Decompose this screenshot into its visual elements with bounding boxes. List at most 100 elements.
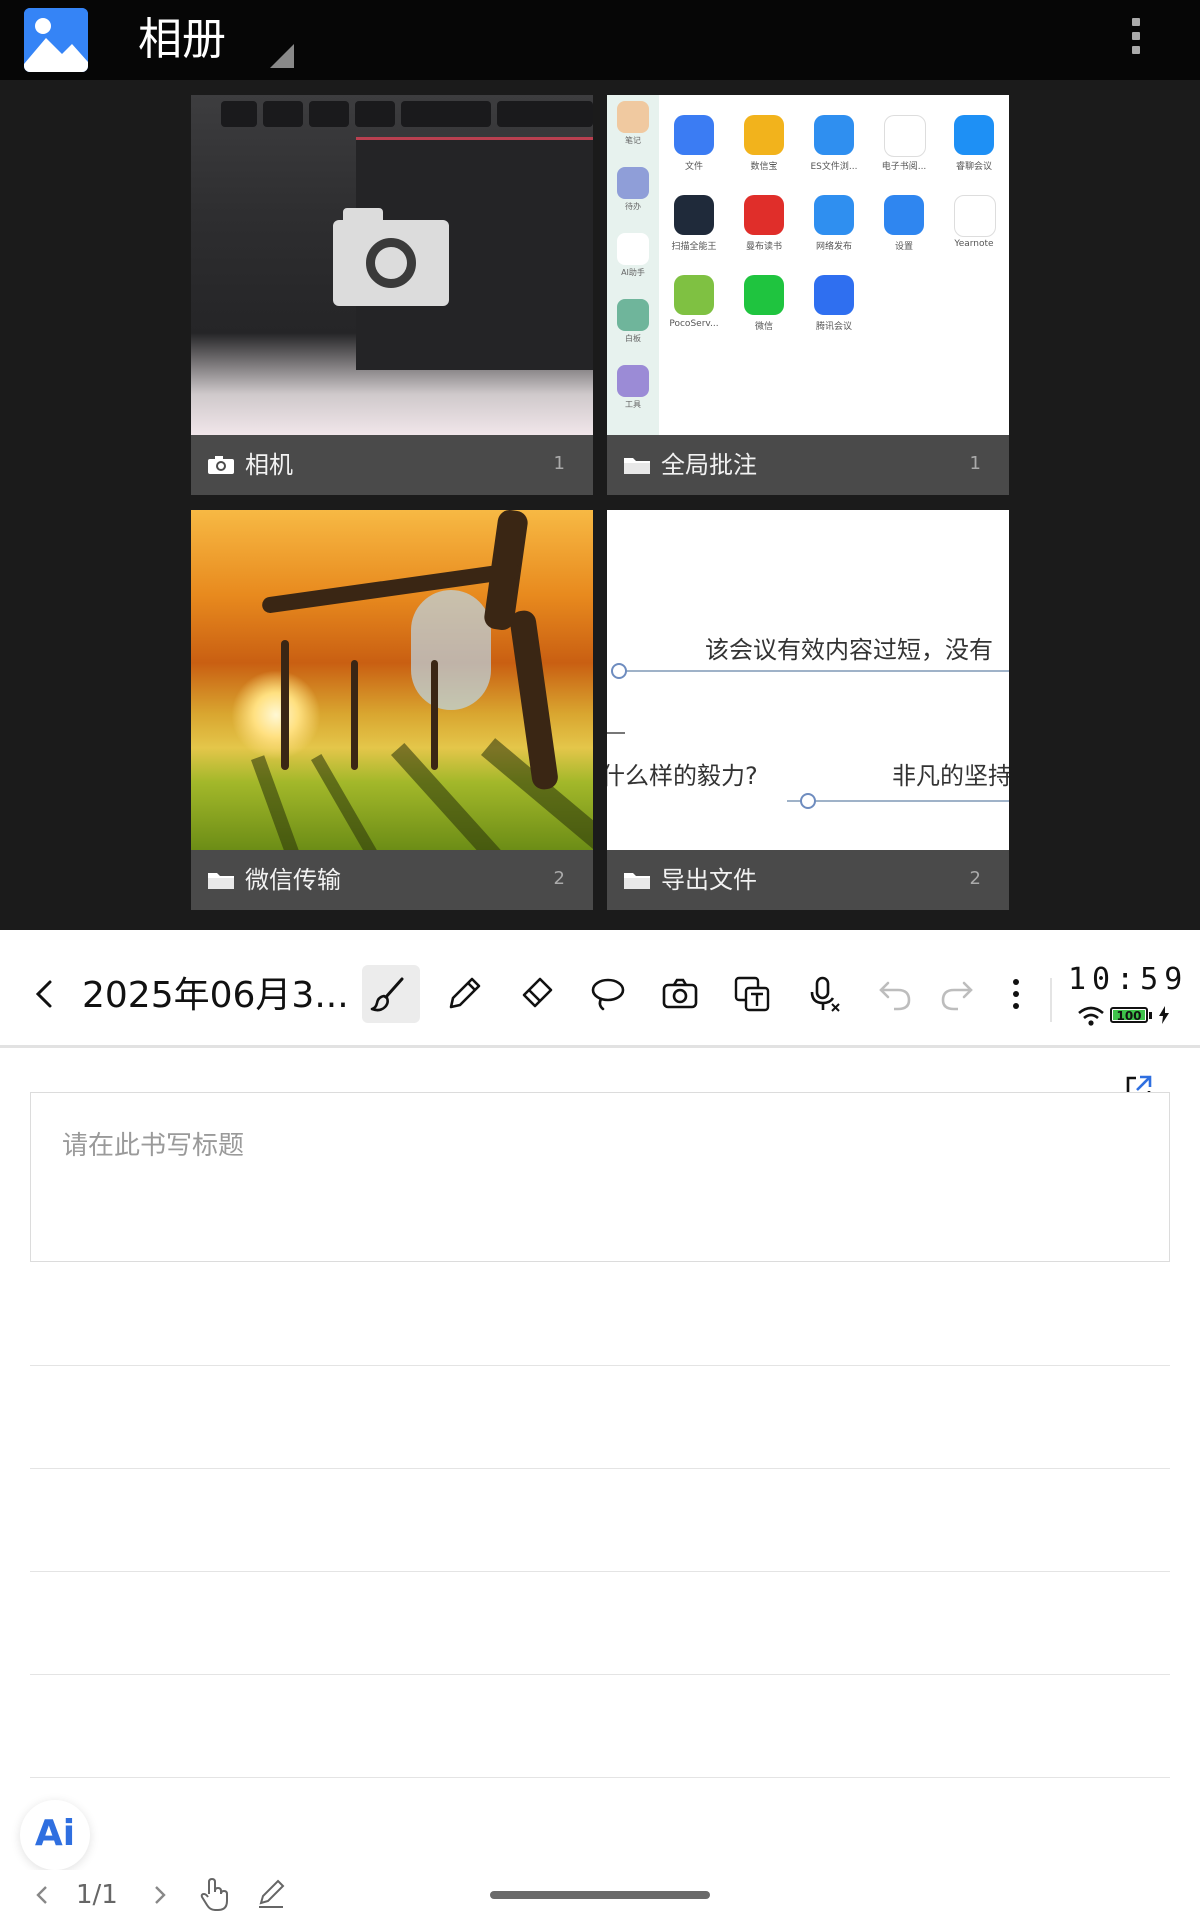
sidebar-app-icon: [617, 233, 649, 265]
album-thumbnail: [191, 95, 593, 435]
export-preview-line2-right: 非凡的坚持: [892, 762, 1009, 790]
sidebar-app-icon: [617, 167, 649, 199]
album-camera[interactable]: 相机 1: [191, 95, 593, 495]
app-icon: [954, 195, 996, 237]
sidebar-app-label: 笔记: [625, 136, 641, 145]
camera-icon: [207, 455, 235, 475]
more-options-button[interactable]: [994, 972, 1038, 1016]
split-screen-handle[interactable]: [528, 932, 672, 938]
app-label: 数信宝: [750, 162, 778, 172]
camera-icon: [662, 978, 698, 1009]
app-icon: [884, 115, 926, 157]
pen-icon: [449, 977, 481, 1009]
gallery-window: [0, 0, 1200, 930]
document-title[interactable]: 2025年06月3...: [82, 972, 349, 1020]
app-label: 电子书阅...: [881, 162, 927, 172]
ruled-line: [30, 1674, 1170, 1675]
eraser-icon: [522, 977, 553, 1008]
next-page-icon[interactable]: [150, 1882, 170, 1908]
ruled-line: [30, 1365, 1170, 1366]
ruled-line: [30, 1777, 1170, 1778]
more-vertical-icon[interactable]: [1128, 18, 1144, 62]
prev-page-icon[interactable]: [32, 1882, 52, 1908]
brush-icon: [370, 977, 404, 1012]
album-count: 2: [969, 868, 981, 889]
sidebar-app-label: 待办: [625, 202, 641, 211]
more-vertical-icon: [1013, 979, 1019, 1009]
folder-icon: [207, 870, 235, 890]
app-sidebar-preview: 笔记 待办 AI助手 白板 工具: [607, 95, 659, 435]
title-placeholder: 请在此书写标题: [62, 1131, 245, 1161]
album-wechat-transfer[interactable]: 微信传输 2: [191, 510, 593, 910]
redo-button[interactable]: [934, 972, 978, 1016]
app-icon: [814, 115, 854, 155]
gesture-navigation-bar[interactable]: [490, 1891, 710, 1899]
ocr-tool-button[interactable]: [730, 972, 774, 1016]
undo-icon: [879, 981, 911, 1011]
app-label: PocoServ...: [669, 319, 719, 329]
sidebar-app-icon: [617, 101, 649, 133]
camera-tool-button[interactable]: [658, 972, 702, 1016]
eraser-tool-button[interactable]: [514, 972, 558, 1016]
ruled-line: [30, 1468, 1170, 1469]
app-icon: [884, 195, 924, 235]
album-count: 2: [553, 868, 565, 889]
gallery-title: 相册: [138, 14, 226, 65]
pen-tool-button[interactable]: [442, 972, 486, 1016]
sidebar-app-label: 白板: [625, 334, 641, 343]
status-clock: 10:59: [1068, 962, 1189, 997]
redo-icon: [941, 981, 973, 1011]
album-name: 微信传输: [245, 866, 341, 894]
gallery-app-icon[interactable]: [24, 8, 88, 72]
title-dropdown-corner[interactable]: [270, 44, 294, 68]
app-label: 设置: [894, 242, 913, 252]
charging-icon: [1158, 1006, 1170, 1024]
app-icon: [674, 195, 714, 235]
ruled-line: [30, 1571, 1170, 1572]
toolbar-divider: [1050, 978, 1052, 1022]
album-count: 1: [969, 453, 981, 474]
voice-input-button[interactable]: [802, 972, 846, 1016]
album-export-files[interactable]: 该会议有效内容过短，没有 什么样的毅力? 非凡的坚持 导出文件 2: [607, 510, 1009, 910]
battery-indicator: 100: [1110, 1007, 1152, 1023]
folder-icon: [623, 870, 651, 890]
page-indicator: 1/1: [76, 1880, 118, 1910]
folder-icon: [623, 455, 651, 475]
app-icon: [674, 115, 714, 155]
album-count: 1: [553, 453, 565, 474]
app-label: 腾讯会议: [815, 322, 852, 332]
app-icon: [674, 275, 714, 315]
app-label: Yearnote: [954, 239, 994, 249]
export-preview-line1: 该会议有效内容过短，没有: [705, 636, 993, 664]
album-name: 全局批注: [661, 451, 757, 479]
app-icon: [814, 195, 854, 235]
text-recognition-icon: [734, 976, 770, 1012]
app-label: 文件: [684, 162, 703, 172]
app-icon: [744, 195, 784, 235]
handwriting-pen-icon[interactable]: [256, 1878, 286, 1910]
note-title-area[interactable]: [30, 1092, 1170, 1262]
app-icon: [954, 115, 994, 155]
hand-touch-icon[interactable]: [198, 1876, 230, 1912]
app-icon: [744, 275, 784, 315]
undo-button[interactable]: [874, 972, 918, 1016]
album-thumbnail: 笔记 待办 AI助手 白板 工具 文件 数信宝 ES文件浏... 电子书阅... 睿聊会议 扫描全…: [607, 95, 1009, 435]
microphone-icon: [810, 976, 840, 1012]
sidebar-app-icon: [617, 299, 649, 331]
album-thumbnail: 该会议有效内容过短，没有 什么样的毅力? 非凡的坚持: [607, 510, 1009, 850]
album-global-annotation[interactable]: 笔记 待办 AI助手 白板 工具 文件 数信宝 ES文件浏... 电子书阅... 睿聊会议 扫描全…: [607, 95, 1009, 495]
app-label: 微信: [754, 322, 773, 332]
camera-placeholder-icon: [333, 208, 449, 306]
back-button[interactable]: [22, 972, 66, 1016]
app-icon: [744, 115, 784, 155]
app-label: 曼布读书: [745, 242, 782, 252]
app-label: 扫描全能王: [671, 242, 717, 252]
sidebar-app-label: 工具: [625, 400, 641, 409]
battery-level: 100: [1116, 1009, 1142, 1023]
brush-tool-button[interactable]: [362, 965, 420, 1023]
ai-assistant-button[interactable]: Ai: [20, 1800, 90, 1870]
album-name: 导出文件: [661, 866, 757, 894]
lasso-tool-button[interactable]: [586, 972, 630, 1016]
wifi-icon: [1076, 1004, 1106, 1028]
album-name: 相机: [245, 451, 293, 479]
